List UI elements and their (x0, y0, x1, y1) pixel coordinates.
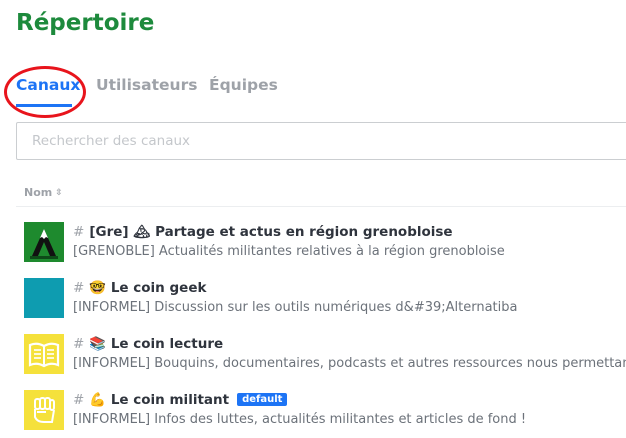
open-book-icon (24, 334, 64, 374)
channel-topic: [INFORMEL] Bouquins, documentaires, podc… (73, 356, 626, 371)
header-divider (16, 206, 626, 207)
channel-name: 📚 Le coin lecture (89, 336, 224, 352)
channel-name: 💪 Le coin militant (89, 392, 230, 408)
raised-fist-icon (24, 390, 64, 430)
tab-teams[interactable]: Équipes (209, 76, 278, 94)
tab-users[interactable]: Utilisateurs (96, 76, 197, 94)
channel-hash-icon: # (73, 224, 85, 240)
active-tab-indicator (16, 104, 72, 107)
channel-topic: [INFORMEL] Discussion sur les outils num… (73, 300, 518, 315)
default-badge: default (237, 393, 288, 406)
channel-hash-icon: # (73, 392, 85, 408)
channel-search-box (16, 122, 626, 160)
channel-name: [Gre] 🏔 Partage et actus en région greno… (89, 224, 453, 240)
mountain-logo-icon (24, 222, 64, 262)
channel-row[interactable]: # 📚 Le coin lecture [INFORMEL] Bouquins, … (24, 334, 626, 374)
column-header-label: Nom (24, 186, 53, 199)
channel-name: 🤓 Le coin geek (89, 280, 207, 296)
tab-channels[interactable]: Canaux (16, 76, 80, 94)
channel-row[interactable]: # 💪 Le coin militant default [INFORMEL] In… (24, 390, 626, 430)
channel-search-input[interactable] (17, 123, 626, 159)
sort-icon: ⇳ (55, 188, 63, 198)
channel-topic: [INFORMEL] Infos des luttes, actualités … (73, 412, 527, 427)
channel-row[interactable]: # 🤓 Le coin geek [INFORMEL] Discussion su… (24, 278, 626, 318)
channel-hash-icon: # (73, 280, 85, 296)
channel-row[interactable]: # [Gre] 🏔 Partage et actus en région gren… (24, 222, 626, 262)
channel-topic: [GRENOBLE] Actualités militantes relativ… (73, 244, 505, 259)
page-title: Répertoire (16, 10, 155, 36)
channel-hash-icon: # (73, 336, 85, 352)
column-header-name[interactable]: Nom ⇳ (24, 186, 63, 199)
teal-square-icon (24, 278, 64, 318)
